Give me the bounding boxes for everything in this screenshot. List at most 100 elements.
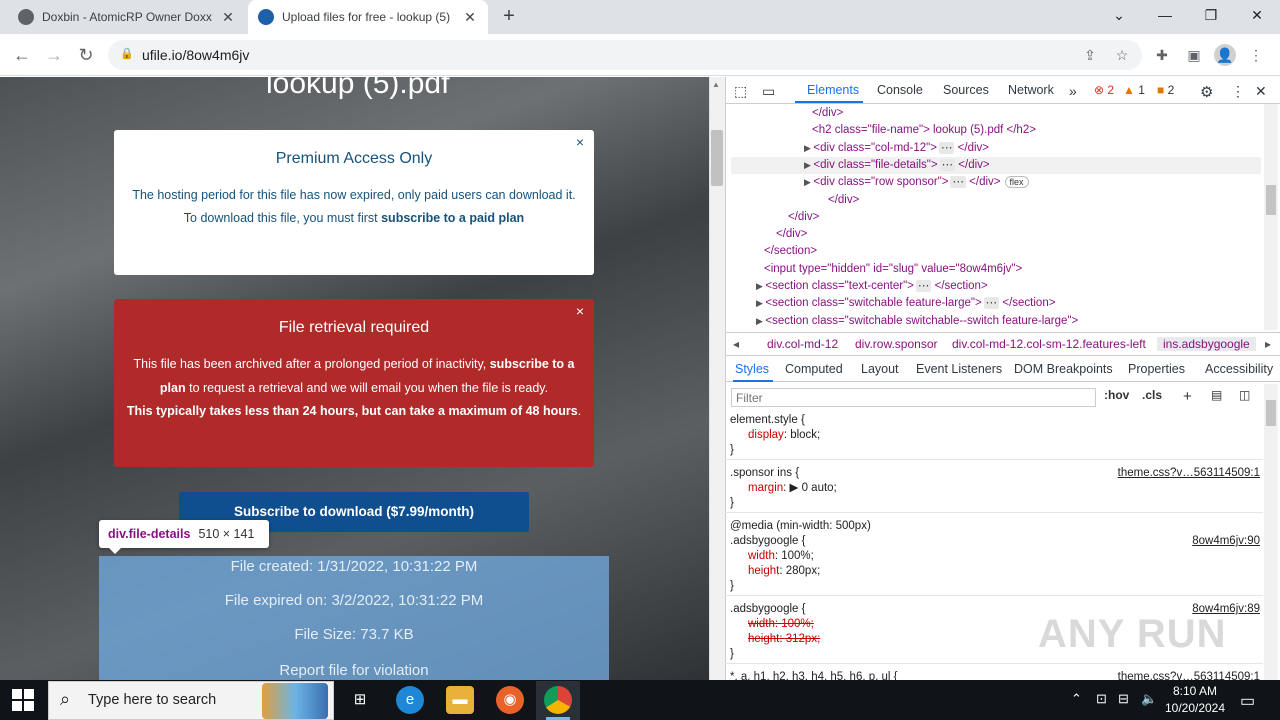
share-icon[interactable]: ⇪ [1079,44,1101,66]
lock-icon[interactable]: 🔒 [120,47,134,63]
tab-elements[interactable]: Elements [807,83,859,97]
expand-triangle-icon[interactable]: ▶ [756,316,765,326]
inspect-element-icon[interactable]: ⬚ [734,83,747,100]
dom-node-line[interactable]: ▶ <div class="file-details"> ⋯ </div> [804,157,990,174]
chrome-icon[interactable] [544,686,572,714]
breadcrumb-item[interactable]: div.row.sponsor [855,337,937,351]
subtab-event-listeners[interactable]: Event Listeners [916,362,1002,376]
styles-scrollbar[interactable] [1264,384,1278,680]
error-count-badge[interactable]: ⊗ 2 [1094,83,1114,97]
expand-triangle-icon[interactable]: ▶ [756,281,765,291]
address-bar[interactable] [108,40,1142,70]
toggle-sidebar-icon[interactable]: ◫ [1239,388,1250,402]
task-view-icon[interactable]: ⊞ [346,686,374,714]
close-devtools-icon[interactable]: ✕ [1255,83,1267,100]
devtools-menu-icon[interactable]: ⋮ [1231,83,1245,100]
edge-icon[interactable]: e [396,686,424,714]
more-tabs-icon[interactable]: » [1069,83,1077,99]
settings-gear-icon[interactable]: ⚙ [1200,83,1213,101]
subtab-layout[interactable]: Layout [861,362,899,376]
expand-triangle-icon[interactable]: ▶ [804,160,813,170]
breadcrumb-item[interactable]: div.col-md-12.col-sm-12.features-left [952,337,1146,351]
dom-node-line[interactable]: <input type="hidden" id="slug" value="8o… [764,261,1022,278]
forward-button[interactable]: → [41,42,67,68]
dom-node-line[interactable]: </div> [776,226,807,243]
issues-count-badge[interactable]: ■ 2 [1157,83,1174,97]
tab-search-icon[interactable]: ⌄ [1096,0,1142,30]
cls-toggle[interactable]: .cls [1142,388,1162,402]
collapsed-content-ellipsis[interactable]: ⋯ [950,176,966,189]
windows-start-icon[interactable] [12,689,34,711]
maximize-button[interactable]: ❐ [1188,0,1234,30]
close-tab-icon[interactable]: ✕ [220,9,236,26]
styles-scroll-thumb[interactable] [1266,400,1276,426]
css-declaration[interactable]: margin: ▶ 0 auto; [748,480,837,496]
dom-node-line[interactable]: ▶ <div class="row sponsor"> ⋯ </div> flex [804,174,1029,191]
report-link[interactable]: Report file for violation [99,662,609,679]
subscribe-paid-plan-link[interactable]: subscribe to a paid plan [381,211,524,225]
computed-styles-icon[interactable]: ▤ [1211,388,1222,402]
crumb-left-arrow[interactable]: ◂ [733,337,739,351]
hov-toggle[interactable]: :hov [1104,388,1129,402]
expand-triangle-icon[interactable]: ▶ [804,177,813,187]
flex-badge[interactable]: flex [1004,176,1029,189]
breadcrumb-item-selected[interactable]: ins.adsbygoogle [1157,337,1256,351]
css-selector[interactable]: .sponsor ins { [730,465,799,481]
dom-node-line[interactable]: ▶ <section class="text-center"> ⋯ </secti… [756,278,988,295]
subtab-accessibility[interactable]: Accessibility [1205,362,1273,376]
dom-node-line[interactable]: ▶ <section class="switchable feature-lar… [756,295,1055,312]
extensions-icon[interactable]: ✚ [1151,44,1173,66]
expand-triangle-icon[interactable]: ▶ [804,143,813,153]
bookmark-star-icon[interactable]: ☆ [1111,44,1133,66]
css-source-link[interactable]: theme.css?v…563114509:1 [1118,465,1260,481]
warning-count-badge[interactable]: ▲ 1 [1123,83,1145,97]
tray-network-icon[interactable]: ⊡ [1096,691,1107,707]
css-selector[interactable]: .adsbygoogle { [730,601,805,617]
tray-chevron-icon[interactable]: ⌃ [1071,691,1082,707]
close-icon[interactable]: × [576,303,584,319]
taskbar-clock[interactable]: 8:10 AM 10/20/2024 [1164,683,1226,717]
styles-filter-input[interactable] [731,388,1096,407]
css-selector[interactable]: .adsbygoogle { [730,533,805,549]
subtab-computed[interactable]: Computed [785,362,843,376]
tab-network[interactable]: Network [1008,83,1054,97]
close-icon[interactable]: × [576,134,584,150]
scroll-up-arrow[interactable]: ▲ [712,80,720,89]
dom-scroll-thumb[interactable] [1266,185,1276,215]
page-scroll-thumb[interactable] [711,130,723,186]
close-tab-icon[interactable]: ✕ [462,9,478,26]
dom-node-line[interactable]: ▶ <div class="col-md-12"> ⋯ </div> [804,140,989,157]
profile-avatar[interactable]: 👤 [1214,44,1236,66]
new-tab-button[interactable]: + [498,6,520,28]
reload-button[interactable]: ↻ [73,42,99,68]
tray-wifi-icon[interactable]: ⊟ [1118,691,1129,707]
css-declaration[interactable]: display: block; [748,427,820,443]
tab-sources[interactable]: Sources [943,83,989,97]
dom-node-line[interactable]: ▶ <section class="switchable switchable-… [756,313,1078,330]
css-declaration[interactable]: width: 100%; [748,548,814,564]
notifications-icon[interactable]: ▭ [1240,691,1255,711]
collapsed-content-ellipsis[interactable]: ⋯ [938,141,955,154]
tab-doxbin[interactable]: Doxbin - AtomicRP Owner Doxx ✕ [8,0,246,34]
side-panel-icon[interactable]: ▣ [1183,44,1205,66]
volume-icon[interactable]: 🔈 [1141,691,1157,707]
dom-node-line[interactable]: </section> [764,243,817,260]
new-rule-icon[interactable]: + [1183,388,1192,405]
collapsed-content-ellipsis[interactable]: ⋯ [915,280,932,292]
dom-node-line[interactable]: </div> [788,209,819,226]
file-explorer-icon[interactable]: ▬ [446,686,474,714]
device-toolbar-icon[interactable]: ▭ [762,83,775,100]
taskbar-search-placeholder[interactable]: Type here to search [88,692,216,708]
firefox-icon[interactable]: ◉ [496,686,524,714]
tab-ufile[interactable]: Upload files for free - lookup (5) ✕ [248,0,488,34]
crumb-right-arrow[interactable]: ▸ [1265,337,1271,351]
breadcrumb-item[interactable]: div.col-md-12 [767,337,838,351]
menu-kebab-icon[interactable]: ⋮ [1245,44,1267,66]
minimize-button[interactable]: — [1142,0,1188,30]
css-declaration[interactable]: width: 100%; [748,616,814,632]
dom-node-line[interactable]: </div> [828,192,859,209]
close-window-button[interactable]: ✕ [1234,0,1280,30]
subtab-styles[interactable]: Styles [735,362,769,376]
css-declaration[interactable]: height: 312px; [748,631,820,647]
subtab-dom-breakpoints[interactable]: DOM Breakpoints [1014,362,1113,376]
